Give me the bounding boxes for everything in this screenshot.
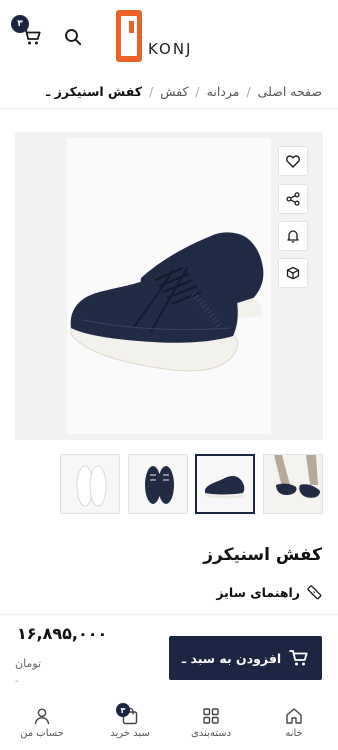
thumbnail-image: [197, 456, 253, 512]
breadcrumb-separator: /: [246, 83, 251, 99]
breadcrumb-separator: /: [148, 83, 154, 99]
size-guide-label: راهنمای سایز: [216, 584, 300, 600]
thumbnail-image: [61, 455, 119, 513]
nav-cart[interactable]: ۳ سبد خرید: [95, 703, 165, 739]
divider: [0, 108, 338, 109]
thumbnail-image: [264, 455, 322, 513]
thumbnail-image: [129, 455, 187, 513]
cart-button[interactable]: ۳: [11, 15, 45, 50]
wishlist-button[interactable]: [278, 146, 308, 176]
breadcrumb-current: کفش اسنیکرز ـ: [46, 83, 142, 99]
user-icon: [34, 708, 50, 725]
heart-icon: [286, 154, 300, 168]
header: ۳ KONJ: [0, 0, 338, 75]
nav-account-label: حساب من: [20, 728, 64, 739]
nav-cart-label: سبد خرید: [110, 728, 150, 739]
breadcrumb: صفحه اصلی / مردانه / کفش / کفش اسنیکرز ـ: [10, 82, 322, 100]
bottom-navigation: حساب من ۳ سبد خرید دسته‌بندی خانه: [0, 695, 338, 750]
breadcrumb-separator: /: [195, 83, 200, 99]
search-icon: [65, 29, 82, 46]
add-to-cart-label: افزودن به سبد ـ: [181, 650, 282, 666]
share-button[interactable]: [278, 184, 308, 214]
product-gallery[interactable]: [15, 132, 323, 440]
price-currency: تومان: [15, 657, 42, 670]
search-button[interactable]: [60, 24, 86, 50]
product-title: کفش اسنیکرز: [203, 545, 322, 565]
thumbnail-side-view[interactable]: [195, 454, 255, 514]
add-to-cart-button[interactable]: افزودن به سبد ـ: [169, 636, 322, 680]
home-icon: [286, 708, 302, 724]
cart-icon: [289, 650, 308, 666]
site-logo[interactable]: KONJ: [116, 8, 192, 62]
thumbnail-sole-view[interactable]: [60, 454, 120, 514]
logo-mark: [116, 10, 142, 62]
ruler-icon: [307, 585, 322, 600]
notify-button[interactable]: [278, 221, 308, 251]
nav-categories[interactable]: دسته‌بندی: [176, 707, 246, 739]
price-note: -: [15, 676, 19, 687]
product-price: ۱۶,۸۹۵,۰۰۰: [17, 624, 108, 643]
size-guide-link[interactable]: راهنمای سایز: [216, 584, 322, 600]
thumbnail-worn-on-feet[interactable]: [263, 454, 323, 514]
nav-home-label: خانه: [285, 728, 303, 739]
divider: [0, 614, 338, 615]
cart-count-badge: ۳: [11, 15, 29, 33]
thumbnail-strip: [60, 454, 323, 514]
nav-account[interactable]: حساب من: [7, 707, 77, 739]
nav-categories-label: دسته‌بندی: [190, 728, 232, 739]
nav-cart-badge: ۳: [116, 703, 130, 717]
breadcrumb-home[interactable]: صفحه اصلی: [258, 84, 322, 99]
bell-icon: [287, 230, 299, 243]
share-icon: [286, 192, 300, 206]
product-image: [70, 232, 264, 372]
logo-text: KONJ: [148, 40, 193, 58]
breadcrumb-shoes[interactable]: کفش: [160, 84, 188, 99]
nav-home[interactable]: خانه: [259, 707, 329, 739]
thumbnail-pair-view[interactable]: [128, 454, 188, 514]
grid-icon: [203, 708, 219, 724]
box-icon: [286, 266, 300, 280]
3d-view-button[interactable]: [278, 258, 308, 288]
breadcrumb-men[interactable]: مردانه: [207, 84, 240, 99]
